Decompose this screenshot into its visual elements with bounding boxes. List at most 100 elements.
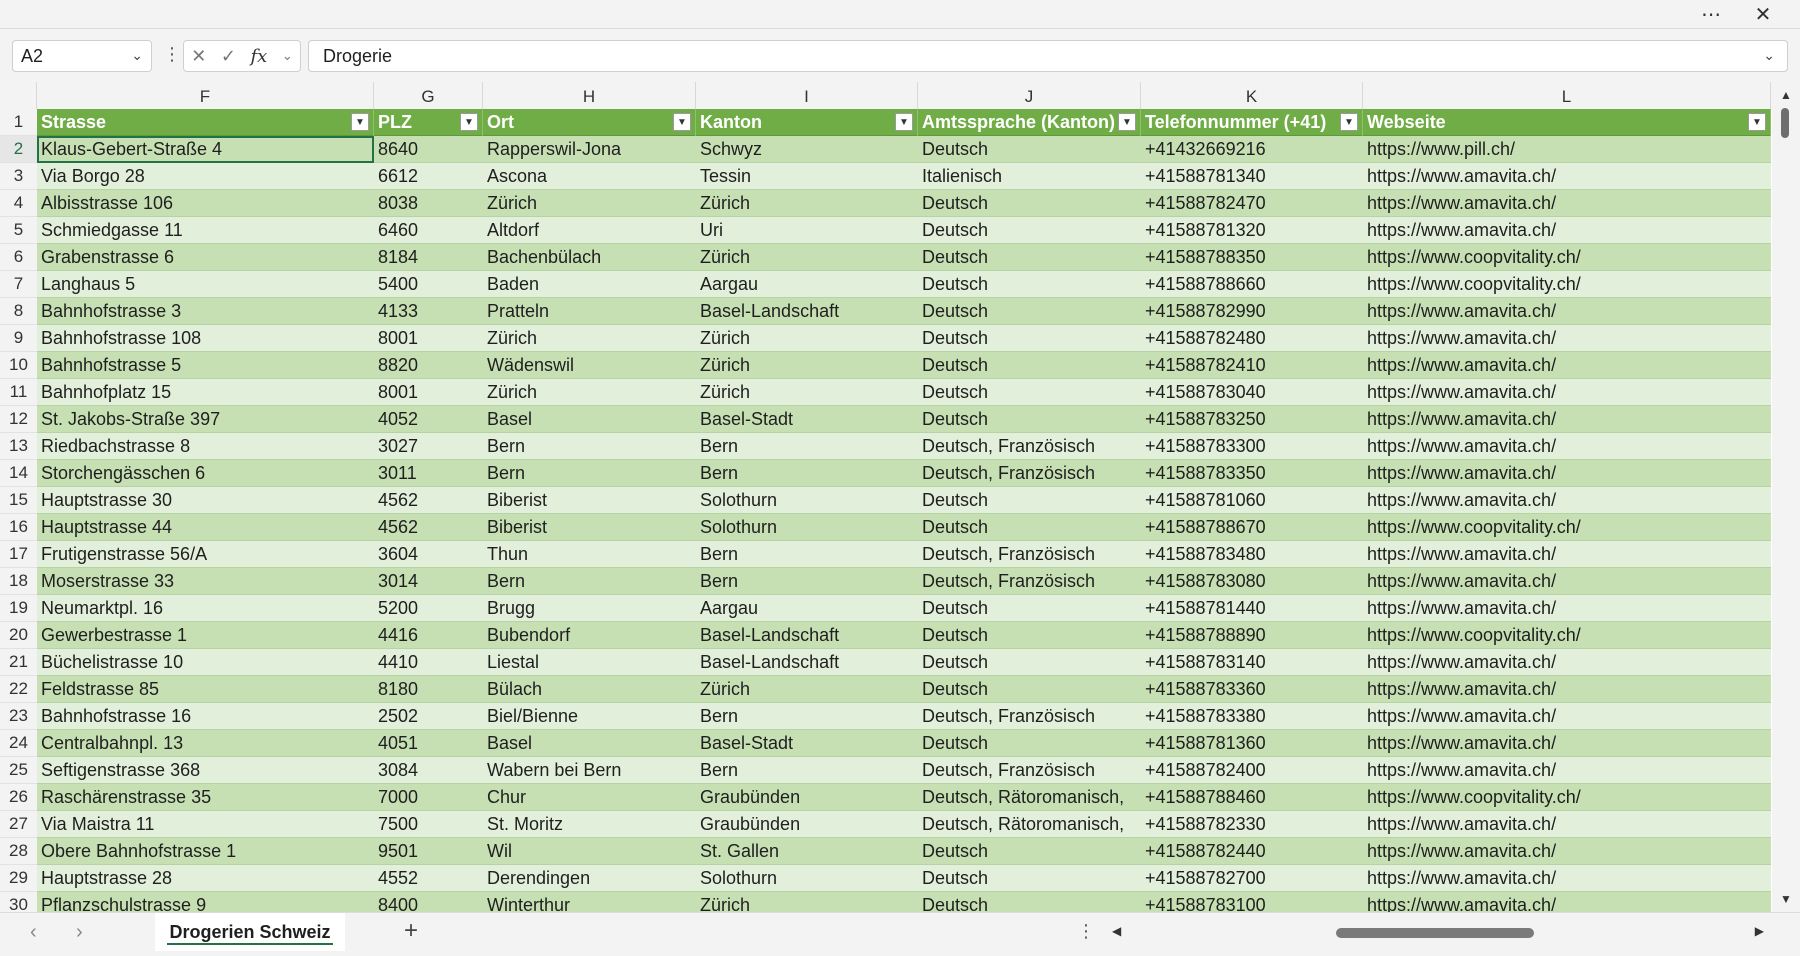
scroll-up-icon[interactable]: ▲ (1780, 88, 1792, 102)
table-cell[interactable]: https://www.amavita.ch/ (1363, 811, 1771, 838)
insert-function-icon[interactable]: fx (250, 46, 267, 67)
table-cell[interactable]: 8180 (374, 676, 483, 703)
table-cell[interactable]: https://www.coopvitality.ch/ (1363, 784, 1771, 811)
table-cell[interactable]: Altdorf (483, 217, 696, 244)
table-cell[interactable]: https://www.amavita.ch/ (1363, 865, 1771, 892)
table-cell[interactable]: Deutsch, Französisch (918, 541, 1141, 568)
row-header[interactable]: 8 (0, 298, 37, 325)
table-cell[interactable]: +41588788670 (1141, 514, 1363, 541)
table-cell[interactable]: https://www.amavita.ch/ (1363, 325, 1771, 352)
table-cell[interactable]: +41588783080 (1141, 568, 1363, 595)
table-cell[interactable]: Uri (696, 217, 918, 244)
row-header[interactable]: 14 (0, 460, 37, 487)
table-cell[interactable]: Deutsch (918, 406, 1141, 433)
table-cell[interactable]: Schwyz (696, 136, 918, 163)
row-header[interactable]: 21 (0, 649, 37, 676)
table-cell[interactable]: Graubünden (696, 811, 918, 838)
chevron-down-icon[interactable]: ⌄ (131, 47, 143, 64)
table-cell[interactable]: Deutsch (918, 622, 1141, 649)
table-cell[interactable]: +41588783480 (1141, 541, 1363, 568)
table-cell[interactable]: https://www.amavita.ch/ (1363, 379, 1771, 406)
table-cell[interactable]: Zürich (483, 325, 696, 352)
table-cell[interactable]: Zürich (696, 352, 918, 379)
filter-dropdown-icon[interactable]: ▼ (1118, 113, 1136, 131)
row-header[interactable]: 18 (0, 568, 37, 595)
table-cell[interactable]: +41588783250 (1141, 406, 1363, 433)
row-header[interactable]: 30 (0, 892, 37, 912)
row-header[interactable]: 10 (0, 352, 37, 379)
table-cell[interactable]: https://www.amavita.ch/ (1363, 757, 1771, 784)
table-cell[interactable]: Basel (483, 730, 696, 757)
table-cell[interactable]: Zürich (696, 379, 918, 406)
table-cell[interactable]: https://www.amavita.ch/ (1363, 190, 1771, 217)
expand-formula-bar-icon[interactable]: ⌄ (1763, 47, 1775, 64)
table-cell[interactable]: 8820 (374, 352, 483, 379)
table-cell[interactable]: +41588783300 (1141, 433, 1363, 460)
row-header[interactable]: 5 (0, 217, 37, 244)
table-column-header[interactable]: Webseite ▼ (1363, 109, 1771, 136)
table-cell[interactable]: Aargau (696, 595, 918, 622)
table-cell[interactable]: https://www.amavita.ch/ (1363, 703, 1771, 730)
table-cell[interactable]: https://www.pill.ch/ (1363, 136, 1771, 163)
vertical-scroll-thumb[interactable] (1781, 108, 1789, 138)
table-cell[interactable]: Raschärenstrasse 35 (37, 784, 374, 811)
table-cell[interactable]: Bern (483, 460, 696, 487)
table-cell[interactable]: Via Borgo 28 (37, 163, 374, 190)
table-cell[interactable]: +41588788660 (1141, 271, 1363, 298)
column-header-k[interactable]: K (1141, 82, 1363, 109)
table-cell[interactable]: 6612 (374, 163, 483, 190)
table-cell[interactable]: Deutsch (918, 892, 1141, 912)
table-cell[interactable]: https://www.amavita.ch/ (1363, 838, 1771, 865)
filter-dropdown-icon[interactable]: ▼ (673, 113, 691, 131)
table-cell[interactable]: Obere Bahnhofstrasse 1 (37, 838, 374, 865)
horizontal-scrollbar[interactable]: ◀ ▶ (1108, 921, 1768, 945)
row-header[interactable]: 11 (0, 379, 37, 406)
table-cell[interactable]: Biberist (483, 487, 696, 514)
table-cell[interactable]: https://www.amavita.ch/ (1363, 163, 1771, 190)
table-cell[interactable]: Wädenswil (483, 352, 696, 379)
table-cell[interactable]: Thun (483, 541, 696, 568)
table-cell[interactable]: Deutsch (918, 730, 1141, 757)
check-icon[interactable]: ✓ (221, 46, 236, 67)
table-cell[interactable]: Deutsch (918, 298, 1141, 325)
table-cell[interactable]: Biberist (483, 514, 696, 541)
table-cell[interactable]: https://www.coopvitality.ch/ (1363, 622, 1771, 649)
table-cell[interactable]: https://www.amavita.ch/ (1363, 676, 1771, 703)
sheet-tab-drogerien-schweiz[interactable]: Drogerien Schweiz (155, 913, 345, 951)
table-cell[interactable]: 8001 (374, 325, 483, 352)
table-cell[interactable]: Bachenbülach (483, 244, 696, 271)
table-cell[interactable]: Basel-Landschaft (696, 622, 918, 649)
table-cell[interactable]: Pflanzschulstrasse 9 (37, 892, 374, 912)
table-cell[interactable]: Deutsch, Französisch (918, 460, 1141, 487)
row-header[interactable]: 29 (0, 865, 37, 892)
table-cell[interactable]: 3011 (374, 460, 483, 487)
table-cell[interactable]: Bern (696, 433, 918, 460)
table-cell[interactable]: 4416 (374, 622, 483, 649)
table-cell[interactable]: +41588783100 (1141, 892, 1363, 912)
table-cell[interactable]: +41588781060 (1141, 487, 1363, 514)
table-cell[interactable]: Brugg (483, 595, 696, 622)
filter-dropdown-icon[interactable]: ▼ (895, 113, 913, 131)
table-cell[interactable]: Seftigenstrasse 368 (37, 757, 374, 784)
row-header[interactable]: 19 (0, 595, 37, 622)
table-column-header[interactable]: Ort ▼ (483, 109, 696, 136)
close-icon[interactable]: ✕ (1740, 0, 1786, 28)
table-cell[interactable]: Zürich (696, 244, 918, 271)
row-header[interactable]: 24 (0, 730, 37, 757)
select-all-corner[interactable] (0, 82, 37, 109)
table-cell[interactable]: Bahnhofplatz 15 (37, 379, 374, 406)
table-cell[interactable]: Deutsch (918, 217, 1141, 244)
table-cell[interactable]: +41588782990 (1141, 298, 1363, 325)
spreadsheet-grid[interactable]: FGHIJKL 1 Strasse ▼ PLZ ▼ Ort ▼ Kanton ▼ Amtsspra… (0, 82, 1780, 912)
table-cell[interactable]: Bern (483, 568, 696, 595)
table-cell[interactable]: Langhaus 5 (37, 271, 374, 298)
table-cell[interactable]: Neumarktpl. 16 (37, 595, 374, 622)
table-cell[interactable]: 8640 (374, 136, 483, 163)
table-cell[interactable]: Deutsch (918, 649, 1141, 676)
vertical-scrollbar[interactable]: ▲ ▼ (1772, 82, 1800, 912)
table-cell[interactable]: https://www.coopvitality.ch/ (1363, 244, 1771, 271)
table-cell[interactable]: Deutsch (918, 676, 1141, 703)
table-cell[interactable]: Bern (696, 568, 918, 595)
table-cell[interactable]: 4410 (374, 649, 483, 676)
table-cell[interactable]: Basel (483, 406, 696, 433)
